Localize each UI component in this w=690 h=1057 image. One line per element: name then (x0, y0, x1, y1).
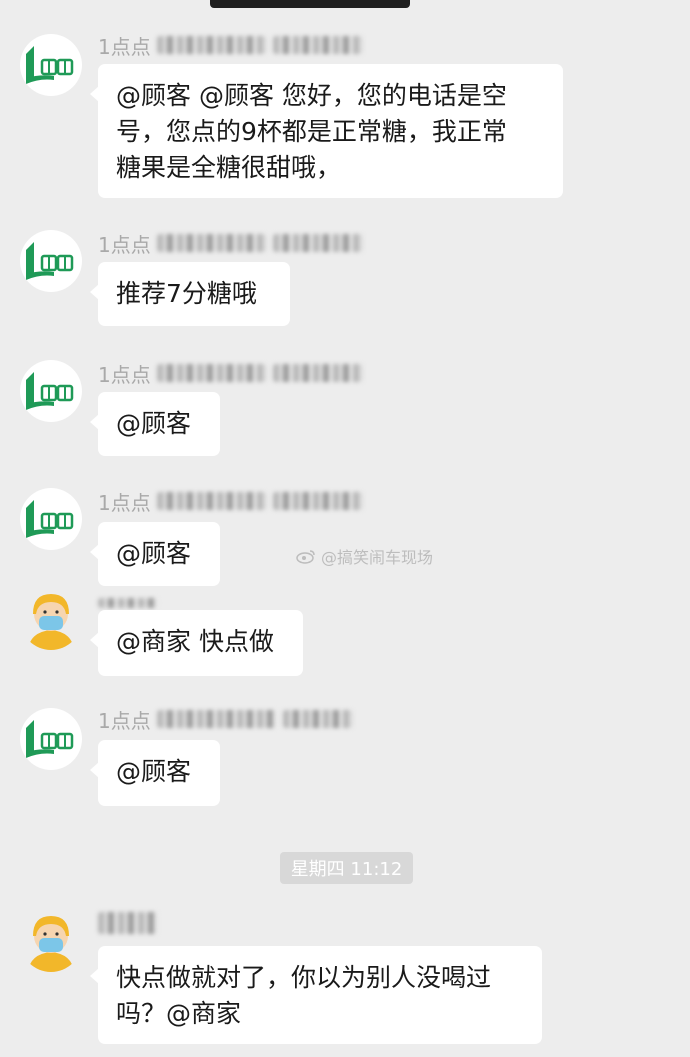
sender-name: 1点点 (98, 708, 151, 733)
rider-avatar[interactable] (20, 588, 82, 650)
rider-avatar-icon (28, 916, 74, 972)
message-bubble[interactable]: 快点做就对了，你以为别人没喝过 吗？@商家 (90, 946, 542, 1044)
merchant-logo-icon (26, 372, 74, 410)
sender-row: 1点点 (98, 30, 363, 60)
message-line: 吗？@商家 (116, 999, 242, 1028)
redacted-text (272, 234, 363, 252)
rider-avatar-icon (28, 594, 74, 650)
redacted-text (98, 598, 158, 608)
merchant-logo-icon (26, 46, 74, 84)
merchant-avatar[interactable] (20, 708, 82, 770)
sender-row: 1点点 (98, 358, 363, 388)
sender-row: 1点点 (98, 704, 353, 734)
merchant-avatar[interactable] (20, 488, 82, 550)
redacted-text (156, 710, 277, 728)
message-line: 糖果是全糖很甜哦， (116, 153, 342, 182)
redacted-text (156, 36, 267, 54)
merchant-logo-icon (26, 242, 74, 280)
merchant-avatar[interactable] (20, 230, 82, 292)
redacted-text (272, 492, 363, 510)
redacted-text (98, 912, 158, 934)
sender-name: 1点点 (98, 362, 151, 387)
message-bubble[interactable]: @顾客 (90, 392, 220, 456)
sender-name: 1点点 (98, 490, 151, 515)
redacted-text (272, 364, 363, 382)
message-line: @顾客 (116, 757, 192, 786)
watermark: @搞笑闹车现场 (295, 544, 433, 568)
message-line: 快点做就对了，你以为别人没喝过 (116, 963, 492, 992)
message-bubble[interactable]: @商家 快点做 (90, 610, 303, 676)
message-line: @顾客 (116, 539, 192, 568)
merchant-logo-icon (26, 720, 74, 758)
redacted-text (156, 364, 267, 382)
message-bubble[interactable]: 推荐7分糖哦 (90, 262, 290, 326)
merchant-avatar[interactable] (20, 34, 82, 96)
rider-avatar[interactable] (20, 910, 82, 972)
redacted-text (282, 710, 353, 728)
message-line: 号，您点的9杯都是正常糖，我正常 (116, 117, 507, 146)
watermark-text: @搞笑闹车现场 (321, 548, 434, 567)
message-line: @商家 快点做 (116, 627, 274, 656)
message-line: 推荐7分糖哦 (116, 279, 257, 308)
redacted-text (272, 36, 363, 54)
status-bar-notch (210, 0, 410, 8)
sender-name: 1点点 (98, 232, 151, 257)
redacted-text (156, 492, 267, 510)
merchant-logo-icon (26, 500, 74, 538)
message-bubble[interactable]: @顾客 @顾客 您好，您的电话是空 号，您点的9杯都是正常糖，我正常 糖果是全糖… (90, 64, 563, 198)
merchant-avatar[interactable] (20, 360, 82, 422)
message-line: @顾客 @顾客 您好，您的电话是空 (116, 81, 507, 110)
message-line: @顾客 (116, 409, 192, 438)
sender-row: 1点点 (98, 486, 363, 516)
message-bubble[interactable]: @顾客 (90, 522, 220, 586)
weibo-icon (296, 550, 315, 564)
sender-row: 1点点 (98, 228, 363, 258)
message-bubble[interactable]: @顾客 (90, 740, 220, 806)
redacted-text (156, 234, 267, 252)
sender-row (98, 908, 158, 938)
timestamp: 星期四 11:12 (280, 852, 413, 884)
sender-name: 1点点 (98, 34, 151, 59)
